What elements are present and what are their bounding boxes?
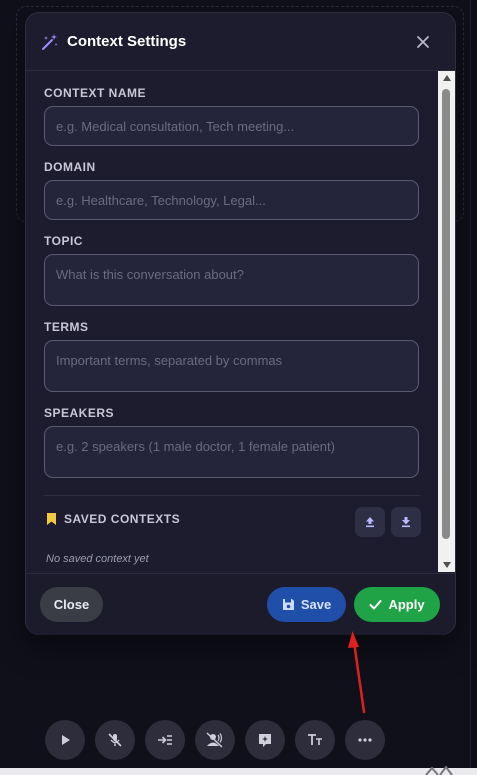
apply-button-label: Apply xyxy=(388,597,425,612)
terms-placeholder: Important terms, separated by commas xyxy=(56,353,283,368)
context-settings-dialog: Context Settings CONTEXT NAME e.g. Medic… xyxy=(25,12,456,635)
section-divider xyxy=(44,495,420,496)
checkmark-icon xyxy=(369,600,382,610)
upload-button[interactable] xyxy=(355,507,385,537)
close-button-label: Close xyxy=(53,597,90,612)
annotation-arrow-icon xyxy=(348,631,366,714)
context-name-label: CONTEXT NAME xyxy=(44,86,146,100)
window-bottom-edge xyxy=(0,768,477,775)
magic-wand-icon xyxy=(42,34,58,50)
mute-microphone-button[interactable] xyxy=(95,720,135,760)
more-options-button[interactable] xyxy=(345,720,385,760)
close-button[interactable]: Close xyxy=(40,587,103,622)
terms-label: TERMS xyxy=(44,320,89,334)
ai-assist-button[interactable] xyxy=(245,720,285,760)
scroll-down-arrow-icon[interactable] xyxy=(438,558,455,572)
download-button[interactable] xyxy=(391,507,421,537)
domain-placeholder: e.g. Healthcare, Technology, Legal... xyxy=(56,193,266,208)
bookmark-icon xyxy=(47,513,56,525)
voice-off-icon xyxy=(206,732,223,748)
speakers-textarea[interactable]: e.g. 2 speakers (1 male doctor, 1 female… xyxy=(44,426,419,478)
more-icon xyxy=(358,738,372,742)
ai-sparkle-icon xyxy=(259,734,271,747)
voice-off-button[interactable] xyxy=(195,720,235,760)
apply-button[interactable]: Apply xyxy=(354,587,440,622)
empty-saved-message: No saved context yet xyxy=(46,553,149,565)
saved-contexts-title: SAVED CONTEXTS xyxy=(64,512,181,526)
scrollbar-thumb[interactable] xyxy=(442,89,450,539)
download-icon xyxy=(402,517,410,528)
dialog-title: Context Settings xyxy=(67,33,187,50)
context-name-input[interactable]: e.g. Medical consultation, Tech meeting.… xyxy=(44,106,419,146)
play-icon xyxy=(62,735,70,745)
dialog-footer: Close Save Apply xyxy=(26,573,455,635)
text-size-icon xyxy=(308,734,322,745)
terms-textarea[interactable]: Important terms, separated by commas xyxy=(44,340,419,392)
corner-decoration-icon xyxy=(425,765,453,775)
domain-label: DOMAIN xyxy=(44,160,96,174)
dialog-header: Context Settings xyxy=(26,13,455,71)
upload-icon xyxy=(366,517,374,528)
domain-input[interactable]: e.g. Healthcare, Technology, Legal... xyxy=(44,180,419,220)
dialog-scroll-content: CONTEXT NAME e.g. Medical consultation, … xyxy=(26,71,455,572)
mic-off-icon xyxy=(108,733,122,747)
vertical-scrollbar[interactable] xyxy=(438,71,455,572)
close-icon[interactable] xyxy=(412,31,434,53)
indent-icon xyxy=(158,735,172,745)
topic-textarea[interactable]: What is this conversation about? xyxy=(44,254,419,306)
topic-label: TOPIC xyxy=(44,234,83,248)
play-button[interactable] xyxy=(45,720,85,760)
scroll-up-arrow-icon[interactable] xyxy=(438,71,455,85)
floppy-disk-icon xyxy=(282,599,294,610)
indent-button[interactable] xyxy=(145,720,185,760)
context-name-placeholder: e.g. Medical consultation, Tech meeting.… xyxy=(56,119,295,134)
speakers-placeholder: e.g. 2 speakers (1 male doctor, 1 female… xyxy=(56,439,335,454)
save-button-label: Save xyxy=(300,597,332,612)
text-size-button[interactable] xyxy=(295,720,335,760)
speakers-label: SPEAKERS xyxy=(44,406,115,420)
save-button[interactable]: Save xyxy=(267,587,346,622)
topic-placeholder: What is this conversation about? xyxy=(56,267,244,282)
